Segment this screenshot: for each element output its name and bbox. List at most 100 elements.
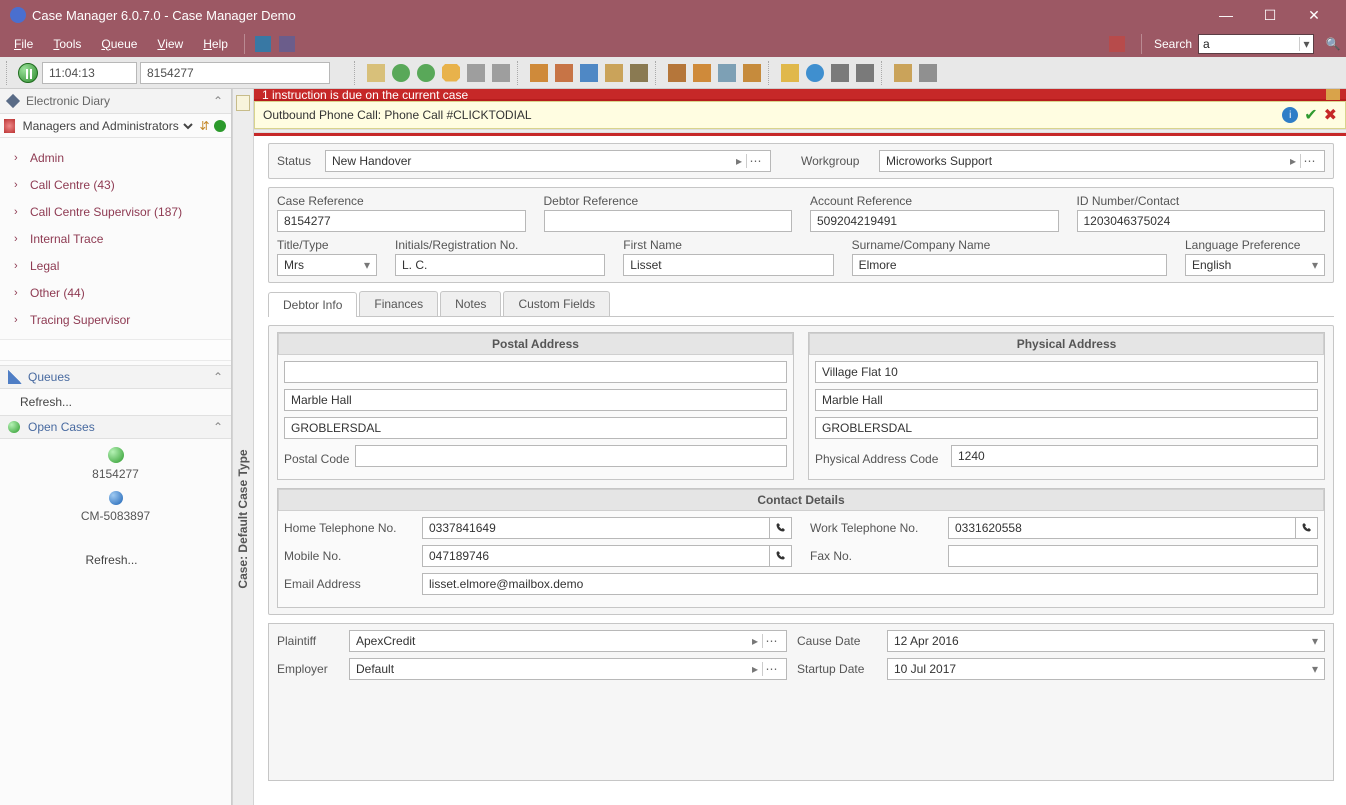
physical-line3[interactable]: GROBLERSDAL xyxy=(815,417,1318,439)
tree-legal[interactable]: ›Legal xyxy=(4,252,231,279)
tab-debtor-info[interactable]: Debtor Info xyxy=(268,292,357,317)
open-cases-header[interactable]: Open Cases ⌃ xyxy=(0,415,231,439)
cancel-icon[interactable] xyxy=(440,62,462,84)
postal-line2[interactable]: Marble Hall xyxy=(284,389,787,411)
tree-admin[interactable]: ›Admin xyxy=(4,144,231,171)
refresh-icon[interactable] xyxy=(390,62,412,84)
menu-view[interactable]: View xyxy=(147,33,193,55)
initials-field[interactable]: L. C. xyxy=(395,254,605,276)
box-icon[interactable] xyxy=(741,62,763,84)
debref-field[interactable] xyxy=(544,210,793,232)
employer-field[interactable]: Default▸⋯ xyxy=(349,658,787,680)
contact-details-title: Contact Details xyxy=(278,489,1324,511)
menu-shortcut-icon-1[interactable] xyxy=(255,36,271,52)
print-icon[interactable] xyxy=(829,62,851,84)
device-icon[interactable] xyxy=(854,62,876,84)
surname-field[interactable]: Elmore xyxy=(852,254,1167,276)
folder-icon[interactable] xyxy=(528,62,550,84)
star-icon[interactable] xyxy=(779,62,801,84)
postal-code-field[interactable] xyxy=(355,445,787,467)
home-phone-field[interactable]: 0337841649 xyxy=(422,517,770,539)
tree-other[interactable]: ›Other (44) xyxy=(4,279,231,306)
list2-icon[interactable] xyxy=(490,62,512,84)
minimize-button[interactable]: — xyxy=(1204,0,1248,30)
people-icon[interactable] xyxy=(691,62,713,84)
dial-mobile-icon[interactable] xyxy=(770,545,792,567)
tab-finances[interactable]: Finances xyxy=(359,291,438,316)
email-field[interactable]: lisset.elmore@mailbox.demo xyxy=(422,573,1318,595)
dial-home-icon[interactable] xyxy=(770,517,792,539)
dial-work-icon[interactable] xyxy=(1296,517,1318,539)
tree-call-centre-supervisor[interactable]: ›Call Centre Supervisor (187) xyxy=(4,198,231,225)
search-box[interactable]: ▾ xyxy=(1198,34,1314,54)
pause-button[interactable] xyxy=(17,62,39,84)
dismiss-icon[interactable]: ✖ xyxy=(1324,105,1337,125)
startup-date-field[interactable]: 10 Jul 2017 xyxy=(887,658,1325,680)
menu-queue[interactable]: Queue xyxy=(91,33,147,55)
cases-refresh-link[interactable]: Refresh... xyxy=(85,547,145,573)
tree-tracing-supervisor[interactable]: ›Tracing Supervisor xyxy=(4,306,231,333)
tree-toggle-icon[interactable]: ⇵ xyxy=(198,117,212,135)
globe-icon[interactable] xyxy=(804,62,826,84)
physical-code-field[interactable]: 1240 xyxy=(951,445,1318,467)
search-button-icon[interactable]: 🔍 xyxy=(1324,35,1342,53)
collapse-icon[interactable]: ⌃ xyxy=(213,94,223,108)
refresh-small-icon[interactable] xyxy=(213,117,227,135)
gavel-icon[interactable] xyxy=(628,62,650,84)
employer-label: Employer xyxy=(277,662,339,676)
fax-field[interactable] xyxy=(948,545,1318,567)
save-icon[interactable] xyxy=(365,62,387,84)
workgroup-field[interactable]: Microworks Support▸⋯ xyxy=(879,150,1325,172)
physical-line2[interactable]: Marble Hall xyxy=(815,389,1318,411)
search-input[interactable] xyxy=(1199,35,1299,53)
user2-icon[interactable] xyxy=(892,62,914,84)
queues-refresh-link[interactable]: Refresh... xyxy=(0,389,231,415)
mobile-field[interactable]: 047189746 xyxy=(422,545,770,567)
search-dropdown-icon[interactable]: ▾ xyxy=(1299,37,1313,51)
plaintiff-field[interactable]: ApexCredit▸⋯ xyxy=(349,630,787,652)
pause-icon xyxy=(18,63,38,83)
books-icon[interactable] xyxy=(553,62,575,84)
user-icon[interactable] xyxy=(603,62,625,84)
idnum-field[interactable]: 1203046375024 xyxy=(1077,210,1326,232)
tab-custom-fields[interactable]: Custom Fields xyxy=(503,291,610,316)
info-icon[interactable]: i xyxy=(1282,107,1298,123)
postal-line3[interactable]: GROBLERSDAL xyxy=(284,417,787,439)
open-case-1[interactable]: 8154277 xyxy=(92,447,139,481)
managers-dropdown[interactable]: Managers and Administrators xyxy=(19,118,196,134)
work-phone-field[interactable]: 0331620558 xyxy=(948,517,1296,539)
physical-line1[interactable]: Village Flat 10 xyxy=(815,361,1318,383)
menu-tools[interactable]: Tools xyxy=(43,33,91,55)
alert-indicator-icon[interactable] xyxy=(1109,36,1125,52)
diamond-icon xyxy=(6,94,20,108)
calendar-icon[interactable] xyxy=(578,62,600,84)
tab-notes[interactable]: Notes xyxy=(440,291,501,316)
menu-help[interactable]: Help xyxy=(193,33,238,55)
tree-call-centre[interactable]: ›Call Centre (43) xyxy=(4,171,231,198)
glasses-icon[interactable] xyxy=(917,62,939,84)
accref-field[interactable]: 509204219491 xyxy=(810,210,1059,232)
add-icon[interactable] xyxy=(415,62,437,84)
caseref-field[interactable]: 8154277 xyxy=(277,210,526,232)
queues-collapse-icon[interactable]: ⌃ xyxy=(213,370,223,384)
window-close-button[interactable]: ✕ xyxy=(1292,0,1336,30)
postal-line1[interactable] xyxy=(284,361,787,383)
maximize-button[interactable]: ☐ xyxy=(1248,0,1292,30)
language-field[interactable]: English xyxy=(1185,254,1325,276)
menu-file[interactable]: File xyxy=(4,33,43,55)
queues-header[interactable]: Queues ⌃ xyxy=(0,365,231,389)
electronic-diary-header[interactable]: Electronic Diary ⌃ xyxy=(0,89,231,114)
firstname-field[interactable]: Lisset xyxy=(623,254,833,276)
tree-internal-trace[interactable]: ›Internal Trace xyxy=(4,225,231,252)
open-case-2[interactable]: CM-5083897 xyxy=(81,491,150,523)
cause-date-field[interactable]: 12 Apr 2016 xyxy=(887,630,1325,652)
building-icon[interactable] xyxy=(716,62,738,84)
alert-folder-icon[interactable] xyxy=(1326,89,1340,100)
confirm-icon[interactable]: ✔ xyxy=(1304,105,1317,125)
menu-shortcut-icon-2[interactable] xyxy=(279,36,295,52)
status-field[interactable]: New Handover▸⋯ xyxy=(325,150,771,172)
list-icon[interactable] xyxy=(465,62,487,84)
open-cases-collapse-icon[interactable]: ⌃ xyxy=(213,420,223,434)
person-icon[interactable] xyxy=(666,62,688,84)
title-field[interactable]: Mrs xyxy=(277,254,377,276)
